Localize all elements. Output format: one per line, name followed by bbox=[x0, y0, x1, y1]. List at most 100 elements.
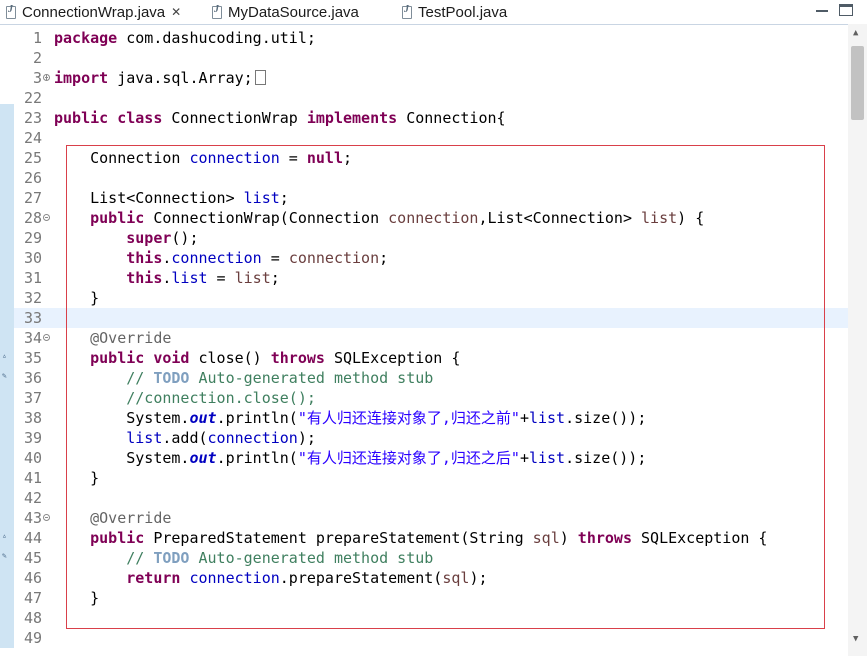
task-marker-icon[interactable]: ✎ bbox=[2, 371, 11, 380]
code-line[interactable]: 45 // TODO Auto-generated method stub bbox=[14, 548, 848, 568]
minimize-icon[interactable] bbox=[815, 4, 829, 16]
task-marker-icon[interactable]: ✎ bbox=[2, 551, 11, 560]
code-line[interactable]: 33 bbox=[14, 308, 848, 328]
collapsed-imports-box[interactable] bbox=[254, 70, 266, 85]
line-number: 40 bbox=[23, 449, 42, 467]
close-icon[interactable]: ✕ bbox=[171, 5, 181, 19]
tab-testpool[interactable]: TestPool.java bbox=[402, 0, 507, 24]
code-text: list.add(connection); bbox=[126, 429, 316, 447]
code-text: return connection.prepareStatement(sql); bbox=[126, 569, 488, 587]
code-text: public void close() throws SQLException … bbox=[90, 349, 461, 367]
code-line[interactable]: 40 System.out.println("有人归还连接对象了,归还之后"+l… bbox=[14, 448, 848, 468]
maximize-icon[interactable] bbox=[839, 4, 853, 16]
tab-label: TestPool.java bbox=[418, 3, 508, 21]
line-number: 29 bbox=[23, 229, 42, 247]
code-line[interactable]: 34 @Override bbox=[14, 328, 848, 348]
line-number: 47 bbox=[23, 589, 42, 607]
code-text: public ConnectionWrap(Connection connect… bbox=[90, 209, 705, 227]
code-text: // TODO Auto-generated method stub bbox=[126, 369, 434, 387]
code-text: Connection connection = null; bbox=[54, 149, 353, 167]
line-number: 41 bbox=[23, 469, 42, 487]
line-number: 25 bbox=[23, 149, 42, 167]
code-line[interactable]: 46 return connection.prepareStatement(sq… bbox=[14, 568, 848, 588]
code-line[interactable]: 43 @Override bbox=[14, 508, 848, 528]
tab-mydatasource[interactable]: MyDataSource.java bbox=[212, 0, 359, 24]
line-number: 33 bbox=[23, 309, 42, 327]
line-number: 43 bbox=[23, 509, 42, 527]
fold-collapse-icon[interactable] bbox=[43, 334, 50, 341]
code-line[interactable]: 28 public ConnectionWrap(Connection conn… bbox=[14, 208, 848, 228]
code-text: } bbox=[54, 589, 100, 607]
code-line[interactable]: 2 bbox=[14, 48, 848, 68]
fold-collapse-icon[interactable] bbox=[43, 514, 50, 521]
code-line[interactable]: 27 List<Connection> list; bbox=[14, 188, 848, 208]
code-editor[interactable]: 1 package com.dashucoding.util; 2 3 import j… bbox=[14, 28, 848, 656]
code-text: } bbox=[54, 289, 100, 307]
line-number: 28 bbox=[23, 209, 42, 227]
scroll-down-icon[interactable]: ▼ bbox=[853, 634, 858, 644]
java-file-icon bbox=[6, 4, 16, 19]
code-line[interactable]: 24 bbox=[14, 128, 848, 148]
line-number: 24 bbox=[23, 129, 42, 147]
override-marker-icon[interactable]: ▵ bbox=[2, 531, 11, 540]
code-line[interactable]: 1 package com.dashucoding.util; bbox=[14, 28, 848, 48]
code-text: public class ConnectionWrap implements C… bbox=[54, 109, 506, 127]
override-marker-icon[interactable]: ▵ bbox=[2, 351, 11, 360]
scroll-up-icon[interactable]: ▲ bbox=[853, 28, 858, 38]
code-line[interactable]: 36 // TODO Auto-generated method stub bbox=[14, 368, 848, 388]
code-line[interactable]: 31 this.list = list; bbox=[14, 268, 848, 288]
code-line[interactable]: 37 //connection.close(); bbox=[14, 388, 848, 408]
code-line[interactable]: 41 } bbox=[14, 468, 848, 488]
code-line[interactable]: 39 list.add(connection); bbox=[14, 428, 848, 448]
line-number: 27 bbox=[23, 189, 42, 207]
line-number: 32 bbox=[23, 289, 42, 307]
code-line[interactable]: 25 Connection connection = null; bbox=[14, 148, 848, 168]
line-number: 48 bbox=[23, 609, 42, 627]
code-text: super(); bbox=[126, 229, 199, 247]
line-number: 3 bbox=[32, 69, 42, 87]
line-number: 1 bbox=[32, 29, 42, 47]
code-line[interactable]: 26 bbox=[14, 168, 848, 188]
code-line[interactable]: 3 import java.sql.Array; bbox=[14, 68, 848, 88]
code-text: package com.dashucoding.util; bbox=[54, 29, 316, 47]
line-number: 31 bbox=[23, 269, 42, 287]
code-text: @Override bbox=[90, 329, 172, 347]
fold-expand-icon[interactable] bbox=[43, 74, 50, 81]
line-number: 35 bbox=[23, 349, 42, 367]
line-number: 38 bbox=[23, 409, 42, 427]
quick-diff-gutter: ▵ ✎ ▵ ✎ bbox=[0, 104, 14, 648]
line-number: 2 bbox=[32, 49, 42, 67]
code-line[interactable]: 32 } bbox=[14, 288, 848, 308]
java-file-icon bbox=[212, 4, 222, 19]
line-number: 49 bbox=[23, 629, 42, 647]
line-number: 46 bbox=[23, 569, 42, 587]
line-number: 42 bbox=[23, 489, 42, 507]
code-text: } bbox=[54, 469, 100, 487]
line-number: 30 bbox=[23, 249, 42, 267]
fold-collapse-icon[interactable] bbox=[43, 214, 50, 221]
code-line[interactable]: 35 public void close() throws SQLExcepti… bbox=[14, 348, 848, 368]
code-line[interactable]: 29 super(); bbox=[14, 228, 848, 248]
code-line[interactable]: 48 bbox=[14, 608, 848, 628]
line-number: 44 bbox=[23, 529, 42, 547]
scrollbar-thumb[interactable] bbox=[851, 46, 864, 120]
code-line[interactable]: 23 public class ConnectionWrap implements… bbox=[14, 108, 848, 128]
tab-connectionwrap[interactable]: ConnectionWrap.java ✕ bbox=[6, 0, 182, 24]
line-number: 36 bbox=[23, 369, 42, 387]
code-line[interactable]: 30 this.connection = connection; bbox=[14, 248, 848, 268]
line-number: 45 bbox=[23, 549, 42, 567]
line-number: 23 bbox=[23, 109, 42, 127]
code-line[interactable]: 44 public PreparedStatement prepareState… bbox=[14, 528, 848, 548]
code-line[interactable]: 38 System.out.println("有人归还连接对象了,归还之前"+l… bbox=[14, 408, 848, 428]
java-file-icon bbox=[402, 4, 412, 19]
code-line[interactable]: 49 bbox=[14, 628, 848, 648]
tab-label: ConnectionWrap.java bbox=[22, 3, 166, 21]
code-line[interactable]: 42 bbox=[14, 488, 848, 508]
code-text: this.connection = connection; bbox=[126, 249, 389, 267]
code-text: @Override bbox=[90, 509, 172, 527]
line-number: 34 bbox=[23, 329, 42, 347]
code-line[interactable]: 47 } bbox=[14, 588, 848, 608]
code-line[interactable]: 22 bbox=[14, 88, 848, 108]
line-number: 26 bbox=[23, 169, 42, 187]
vertical-scrollbar[interactable]: ▲ ▼ bbox=[848, 24, 867, 656]
